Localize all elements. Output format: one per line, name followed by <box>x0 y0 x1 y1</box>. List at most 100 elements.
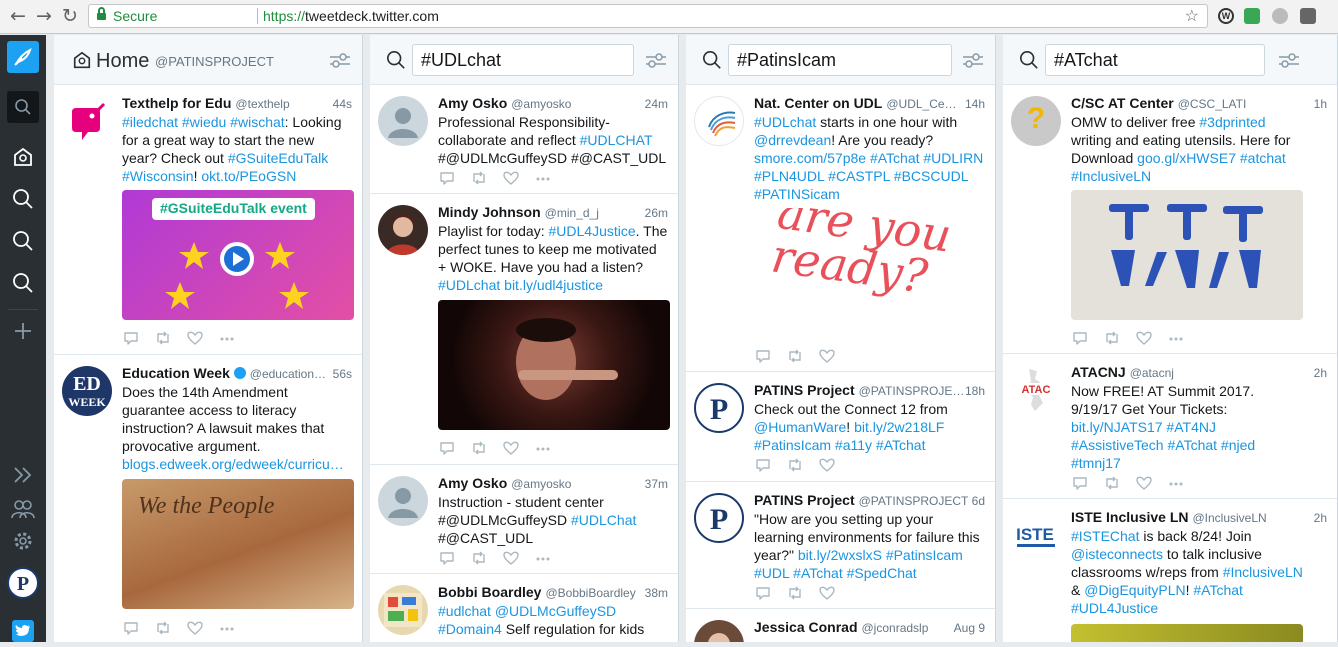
tweet-link[interactable]: @HumanWare <box>754 419 846 435</box>
like-icon[interactable] <box>502 440 520 456</box>
home-icon[interactable] <box>7 141 39 173</box>
tweet-time[interactable]: 44s <box>333 97 352 111</box>
avatar[interactable]: P <box>694 383 744 433</box>
more-icon[interactable] <box>1167 330 1185 346</box>
tweet[interactable]: Bobbi Boardley @BobbiBoardley 38m #udlcha… <box>370 575 678 642</box>
tweet-link[interactable]: #3dprinted <box>1199 114 1265 130</box>
tweet-author[interactable]: PATINS Project @PATINSPROJECT <box>754 492 968 508</box>
tweet-link[interactable]: #UDLChat <box>571 512 636 528</box>
add-column-icon[interactable] <box>7 315 39 347</box>
column-header[interactable]: #ATchat <box>1003 35 1337 85</box>
tweet[interactable]: ED WEEK Education Week @education… 56s Do… <box>54 356 362 642</box>
like-icon[interactable] <box>186 620 204 636</box>
tweet-link[interactable]: #GSuiteEduTalk <box>228 150 328 166</box>
reply-icon[interactable] <box>122 620 140 636</box>
reply-icon[interactable] <box>754 457 772 473</box>
retweet-icon[interactable] <box>154 330 172 346</box>
avatar[interactable]: ISTE <box>1011 510 1061 560</box>
avatar[interactable] <box>378 476 428 526</box>
search-icon[interactable] <box>7 183 39 215</box>
tweet-media[interactable] <box>1071 624 1303 642</box>
tweet-media[interactable]: We the People <box>122 479 354 609</box>
tweet-time[interactable]: 14h <box>965 97 985 111</box>
retweet-icon[interactable] <box>786 348 804 364</box>
tweet-time[interactable]: 1h <box>1314 97 1327 111</box>
like-icon[interactable] <box>1135 475 1153 491</box>
retweet-icon[interactable] <box>786 457 804 473</box>
retweet-icon[interactable] <box>470 170 488 186</box>
avatar[interactable]: ATAC <box>1011 365 1061 415</box>
tweet-link[interactable]: goo.gl/xHWSE7 <box>1137 150 1236 166</box>
tweet-author[interactable]: Education Week @education… <box>122 365 326 381</box>
avatar[interactable] <box>62 96 112 146</box>
tweet-author[interactable]: Amy Osko @amyosko <box>438 475 571 491</box>
tweet[interactable]: ISTE ISTE Inclusive LN @InclusiveLN 2h #I… <box>1003 500 1337 642</box>
reply-icon[interactable] <box>1071 330 1089 346</box>
tweet-link[interactable]: #PatinsIcam #a11y #ATchat <box>754 437 925 453</box>
column-options-icon[interactable] <box>328 50 352 70</box>
tweet-link[interactable]: #UDLchat <box>754 114 816 130</box>
retweet-icon[interactable] <box>786 585 804 601</box>
avatar[interactable] <box>378 96 428 146</box>
tweet-time[interactable]: 26m <box>645 206 668 220</box>
retweet-icon[interactable] <box>1103 475 1121 491</box>
like-icon[interactable] <box>818 457 836 473</box>
retweet-icon[interactable] <box>1103 330 1121 346</box>
tweet-link[interactable]: #InclusiveLN <box>1223 564 1303 580</box>
tweet-time[interactable]: 38m <box>645 586 668 600</box>
tweet-time[interactable]: 6d <box>972 494 985 508</box>
reply-icon[interactable] <box>754 348 772 364</box>
tweet-link[interactable]: @DigEquityPLN <box>1084 582 1185 598</box>
tweet-author[interactable]: Nat. Center on UDL @UDL_Ce… <box>754 95 957 111</box>
column-options-icon[interactable] <box>644 50 668 70</box>
tweet-link[interactable]: #UDL4Justice <box>549 223 636 239</box>
extension-icon[interactable] <box>1300 8 1316 24</box>
search-icon[interactable] <box>7 267 39 299</box>
tweet-time[interactable]: 18h <box>965 384 985 398</box>
like-icon[interactable] <box>186 330 204 346</box>
more-icon[interactable] <box>218 330 236 346</box>
reply-icon[interactable] <box>438 440 456 456</box>
avatar[interactable]: ? <box>1011 96 1061 146</box>
column-options-icon[interactable] <box>1277 50 1301 70</box>
settings-icon[interactable] <box>7 525 39 557</box>
tweet[interactable]: Nat. Center on UDL @UDL_Ce… 14h #UDLchat … <box>686 86 995 372</box>
back-icon[interactable]: ← <box>8 6 28 26</box>
reload-icon[interactable]: ↻ <box>60 6 80 26</box>
tweet-media[interactable]: are you ready? <box>754 208 986 338</box>
column-search-input[interactable]: #PatinsIcam <box>728 44 952 76</box>
tweet-author[interactable]: Mindy Johnson @min_d_j <box>438 204 599 220</box>
column-search-input[interactable]: #ATchat <box>1045 44 1265 76</box>
tweet-link[interactable]: @drrevdean <box>754 132 831 148</box>
extension-icon[interactable] <box>1272 8 1288 24</box>
tweet-author[interactable]: Jessica Conrad @jconradslp <box>754 619 928 635</box>
avatar[interactable] <box>694 620 744 642</box>
tweet-link[interactable]: blogs.edweek.org/edweek/curricu… <box>122 456 344 472</box>
url-text[interactable]: https://tweetdeck.twitter.com <box>263 8 439 24</box>
tweet-media[interactable]: #GSuiteEduTalk event <box>122 190 354 320</box>
profile-avatar[interactable]: P <box>7 567 39 599</box>
avatar[interactable] <box>378 585 428 635</box>
retweet-icon[interactable] <box>470 550 488 566</box>
tweet-link[interactable]: bit.ly/2w218LF <box>854 419 944 435</box>
tweet-author[interactable]: C/SC AT Center @CSC_LATI <box>1071 95 1246 111</box>
extension-icon[interactable]: W <box>1218 8 1234 24</box>
tweet-author[interactable]: Amy Osko @amyosko <box>438 95 571 111</box>
tweet-link[interactable]: bit.ly/udl4justice <box>504 277 603 293</box>
more-icon[interactable] <box>534 550 552 566</box>
accounts-icon[interactable] <box>7 493 39 525</box>
more-icon[interactable] <box>1167 475 1185 491</box>
address-bar[interactable]: Secure https://tweetdeck.twitter.com ☆ <box>88 4 1208 28</box>
reply-icon[interactable] <box>438 170 456 186</box>
tweet[interactable]: Amy Osko @amyosko 24m Professional Respon… <box>370 86 678 194</box>
column-header[interactable]: #PatinsIcam <box>686 35 995 85</box>
tweet-time[interactable]: 2h <box>1314 366 1327 380</box>
tweet[interactable]: Mindy Johnson @min_d_j 26m Playlist for t… <box>370 195 678 465</box>
more-icon[interactable] <box>218 620 236 636</box>
twitter-icon[interactable] <box>7 615 39 647</box>
tweet-link[interactable]: smore.com/57p8e <box>754 150 866 166</box>
tweet-author[interactable]: PATINS Project @PATINSPROJE… <box>754 382 964 398</box>
tweet-link[interactable]: #UDLchat <box>438 277 500 293</box>
tweet-time[interactable]: 24m <box>645 97 668 111</box>
avatar[interactable]: ED WEEK <box>62 366 112 416</box>
